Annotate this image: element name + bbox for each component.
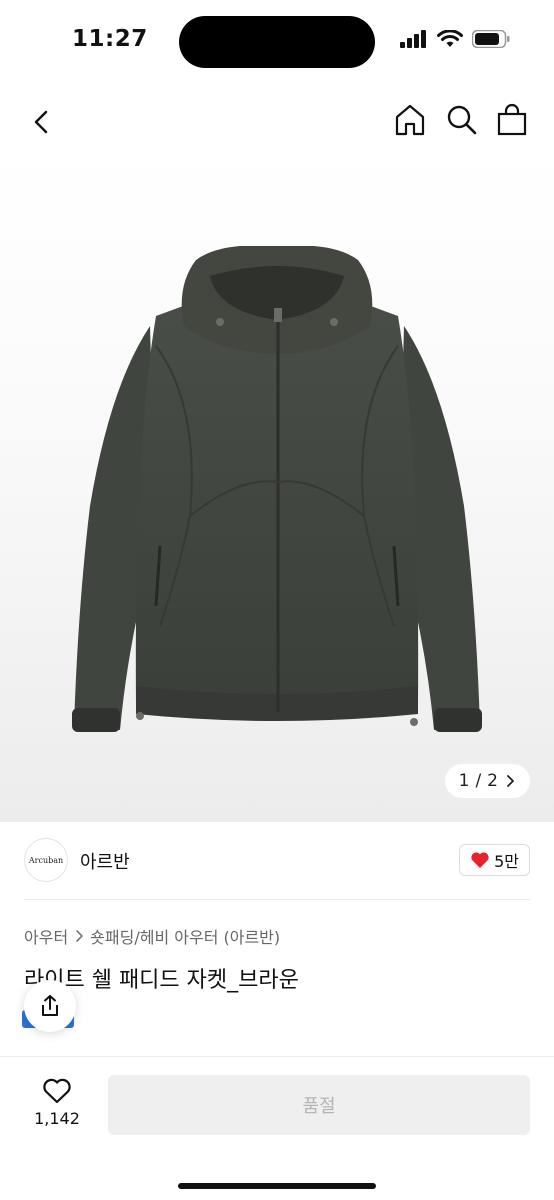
gallery-current: 1 [458, 771, 470, 791]
wishlist-button[interactable]: 1,142 [28, 1077, 86, 1128]
search-button[interactable] [444, 102, 480, 138]
share-icon [42, 995, 58, 1016]
wifi-icon [437, 30, 463, 47]
gallery-page-indicator[interactable]: 1 / 2 [444, 764, 530, 798]
cart-button[interactable] [494, 102, 530, 138]
product-image-gallery[interactable]: 1 / 2 [0, 150, 554, 822]
brand-like-button[interactable]: 5만 [459, 844, 530, 876]
signal-icon [400, 30, 426, 48]
brand-row[interactable]: Arcuban 아르반 5만 [0, 834, 554, 900]
gallery-separator: / [475, 771, 482, 791]
share-button[interactable] [24, 980, 76, 1032]
back-button[interactable] [24, 104, 60, 140]
gallery-total: 2 [487, 771, 498, 791]
breadcrumb: 아우터 숏패딩/헤비 아우터 (아르반) [24, 924, 280, 948]
battery-icon [472, 30, 510, 48]
home-indicator[interactable] [178, 1183, 376, 1189]
home-icon [395, 104, 425, 136]
breadcrumb-item-outer[interactable]: 아우터 [24, 924, 68, 948]
status-time: 11:27 [72, 26, 148, 52]
brand-logo[interactable]: Arcuban [24, 838, 68, 882]
wishlist-count: 1,142 [34, 1109, 80, 1128]
chevron-left-icon [34, 110, 48, 134]
dynamic-island [179, 16, 375, 68]
heart-outline-icon [43, 1078, 71, 1104]
brand-like-count: 5만 [494, 852, 519, 871]
chevron-right-icon [507, 775, 514, 787]
bottom-action-bar: 1,142 품절 [0, 1056, 554, 1200]
status-icons [400, 30, 510, 48]
breadcrumb-item-short-padding[interactable]: 숏패딩/헤비 아우터 (아르반) [90, 924, 280, 948]
heart-filled-icon [471, 852, 489, 868]
home-button[interactable] [392, 102, 428, 138]
chevron-right-icon [76, 930, 83, 942]
product-photo [72, 246, 482, 732]
sold-out-button[interactable]: 품절 [108, 1075, 530, 1135]
divider [24, 899, 530, 900]
status-bar: 11:27 [0, 0, 554, 84]
top-nav [0, 90, 554, 154]
shopping-bag-icon [497, 103, 527, 136]
brand-name[interactable]: 아르반 [80, 848, 130, 874]
search-icon [447, 105, 477, 135]
